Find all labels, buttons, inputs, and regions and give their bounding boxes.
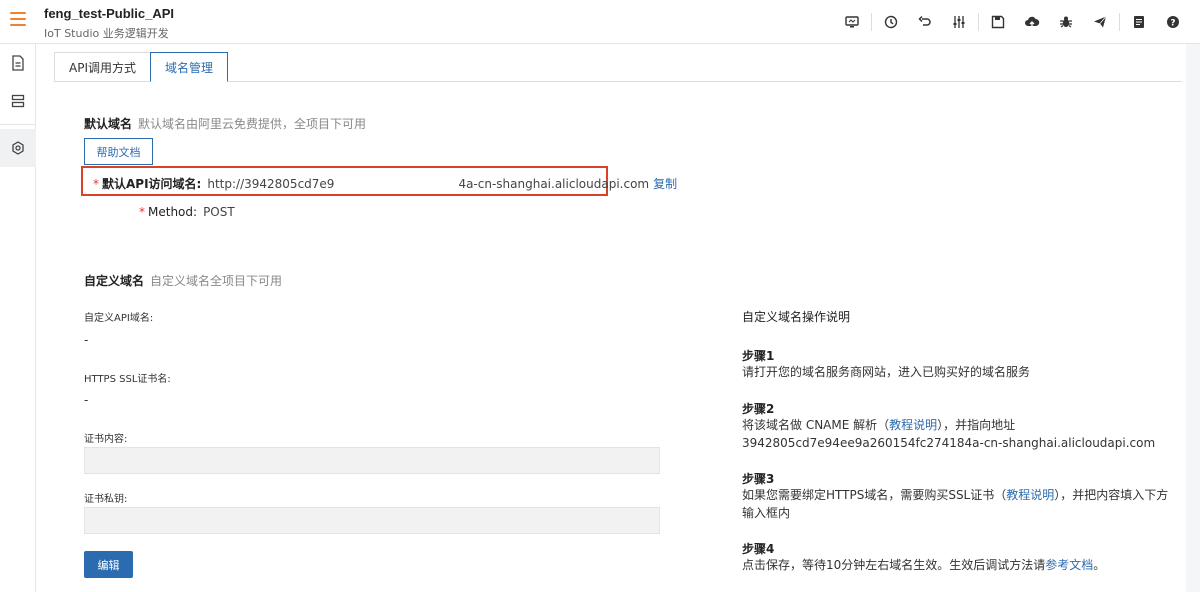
step4-text: 点击保存，等待10分钟左右域名生效。生效后调试方法请参考文档。 bbox=[742, 556, 1172, 574]
step2-text-a: 将该域名做 CNAME 解析（ bbox=[742, 418, 890, 432]
undo-icon[interactable] bbox=[908, 0, 942, 44]
settings-icon[interactable] bbox=[0, 129, 36, 167]
step3-tutorial-link[interactable]: 教程说明 bbox=[1006, 488, 1054, 502]
default-api-domain-value-start: http://3942805cd7e9 bbox=[207, 177, 335, 191]
default-api-domain-row: * 默认API访问域名: http://3942805cd7e9 4a-cn-shan… bbox=[93, 175, 677, 192]
main-panel: API调用方式 域名管理 默认域名 默认域名由阿里云免费提供，全项目下可用 帮助文… bbox=[36, 44, 1186, 592]
step4-reference-link[interactable]: 参考文档 bbox=[1045, 558, 1093, 572]
default-domain-heading: 默认域名 默认域名由阿里云免费提供，全项目下可用 bbox=[84, 115, 366, 132]
ssl-cert-name-label: HTTPS SSL证书名: bbox=[84, 374, 171, 385]
redacted-segment bbox=[334, 178, 459, 191]
help-icon[interactable]: ? bbox=[1156, 0, 1190, 44]
cert-key-input[interactable] bbox=[84, 507, 660, 534]
step1-title: 步骤1 bbox=[742, 349, 775, 363]
tab-domain-management[interactable]: 域名管理 bbox=[150, 52, 229, 82]
cloud-deploy-icon[interactable] bbox=[1015, 0, 1049, 44]
step1-text: 请打开您的域名服务商网站，进入已购买好的域名服务 bbox=[742, 365, 1031, 379]
toolbar-divider bbox=[871, 13, 872, 31]
top-bar: feng_test-Public_API IoT Studio 业务逻辑开发 ? bbox=[0, 0, 1200, 44]
history-icon[interactable] bbox=[874, 0, 908, 44]
toolbar-divider bbox=[1119, 13, 1120, 31]
app-subtitle: IoT Studio 业务逻辑开发 bbox=[44, 27, 169, 40]
app-title: feng_test-Public_API bbox=[44, 6, 175, 21]
storage-icon[interactable] bbox=[0, 82, 36, 120]
step3-text: 如果您需要绑定HTTPS域名，需要购买SSL证书（教程说明），并把内容填入下方输… bbox=[742, 486, 1172, 522]
step4-text-b: 。 bbox=[1093, 558, 1106, 572]
publish-icon[interactable] bbox=[1083, 0, 1117, 44]
help-panel-title: 自定义域名操作说明 bbox=[742, 310, 851, 324]
hamburger-menu-icon[interactable] bbox=[10, 12, 26, 28]
default-api-domain-label: 默认API访问域名: bbox=[102, 177, 202, 191]
custom-api-domain-value: - bbox=[84, 333, 89, 347]
custom-api-domain-label: 自定义API域名: bbox=[84, 313, 154, 324]
toolbar: ? bbox=[835, 0, 1190, 44]
edit-button[interactable]: 编辑 bbox=[84, 551, 133, 578]
step3-title: 步骤3 bbox=[742, 472, 775, 486]
svg-text:?: ? bbox=[1170, 19, 1175, 29]
default-domain-desc: 默认域名由阿里云免费提供，全项目下可用 bbox=[138, 117, 367, 131]
cert-content-input[interactable] bbox=[84, 447, 660, 474]
required-mark: * bbox=[93, 177, 99, 191]
tab-api-call[interactable]: API调用方式 bbox=[54, 52, 151, 82]
step4-title: 步骤4 bbox=[742, 542, 775, 556]
left-sidebar bbox=[0, 44, 36, 592]
custom-domain-heading: 自定义域名 自定义域名全项目下可用 bbox=[84, 272, 282, 289]
notes-icon[interactable] bbox=[1122, 0, 1156, 44]
tab-bar: API调用方式 域名管理 bbox=[54, 52, 229, 82]
copy-link[interactable]: 复制 bbox=[653, 177, 677, 191]
monitor-icon[interactable] bbox=[835, 0, 869, 44]
document-icon[interactable] bbox=[0, 44, 36, 82]
step2-title: 步骤2 bbox=[742, 402, 775, 416]
method-row: * Method: POST bbox=[139, 205, 235, 219]
default-api-domain-value-end: 4a-cn-shanghai.alicloudapi.com bbox=[458, 177, 650, 191]
cert-content-label: 证书内容: bbox=[84, 434, 128, 445]
sidebar-divider bbox=[0, 124, 36, 125]
help-docs-button[interactable]: 帮助文档 bbox=[84, 138, 153, 165]
required-mark: * bbox=[139, 205, 145, 219]
step2-address: 3942805cd7e94ee9a260154fc274184a-cn-shan… bbox=[742, 436, 1156, 450]
step2-tutorial-link[interactable]: 教程说明 bbox=[889, 418, 937, 432]
save-icon[interactable] bbox=[981, 0, 1015, 44]
custom-domain-title: 自定义域名 bbox=[84, 274, 145, 288]
step4-text-a: 点击保存，等待10分钟左右域名生效。生效后调试方法请 bbox=[742, 558, 1046, 572]
cert-key-label: 证书私钥: bbox=[84, 494, 128, 505]
method-label: Method: bbox=[148, 205, 198, 219]
toolbar-divider bbox=[978, 13, 979, 31]
default-domain-title: 默认域名 bbox=[84, 117, 133, 131]
step2-text-b: ），并指向地址 bbox=[937, 418, 1016, 432]
debug-icon[interactable] bbox=[1049, 0, 1083, 44]
settings-sliders-icon[interactable] bbox=[942, 0, 976, 44]
step2-text: 将该域名做 CNAME 解析（教程说明），并指向地址 3942805cd7e94… bbox=[742, 416, 1172, 452]
method-value: POST bbox=[203, 205, 235, 219]
step3-text-a: 如果您需要绑定HTTPS域名，需要购买SSL证书（ bbox=[742, 488, 1007, 502]
ssl-cert-name-value: - bbox=[84, 393, 89, 407]
custom-domain-desc: 自定义域名全项目下可用 bbox=[150, 274, 283, 288]
